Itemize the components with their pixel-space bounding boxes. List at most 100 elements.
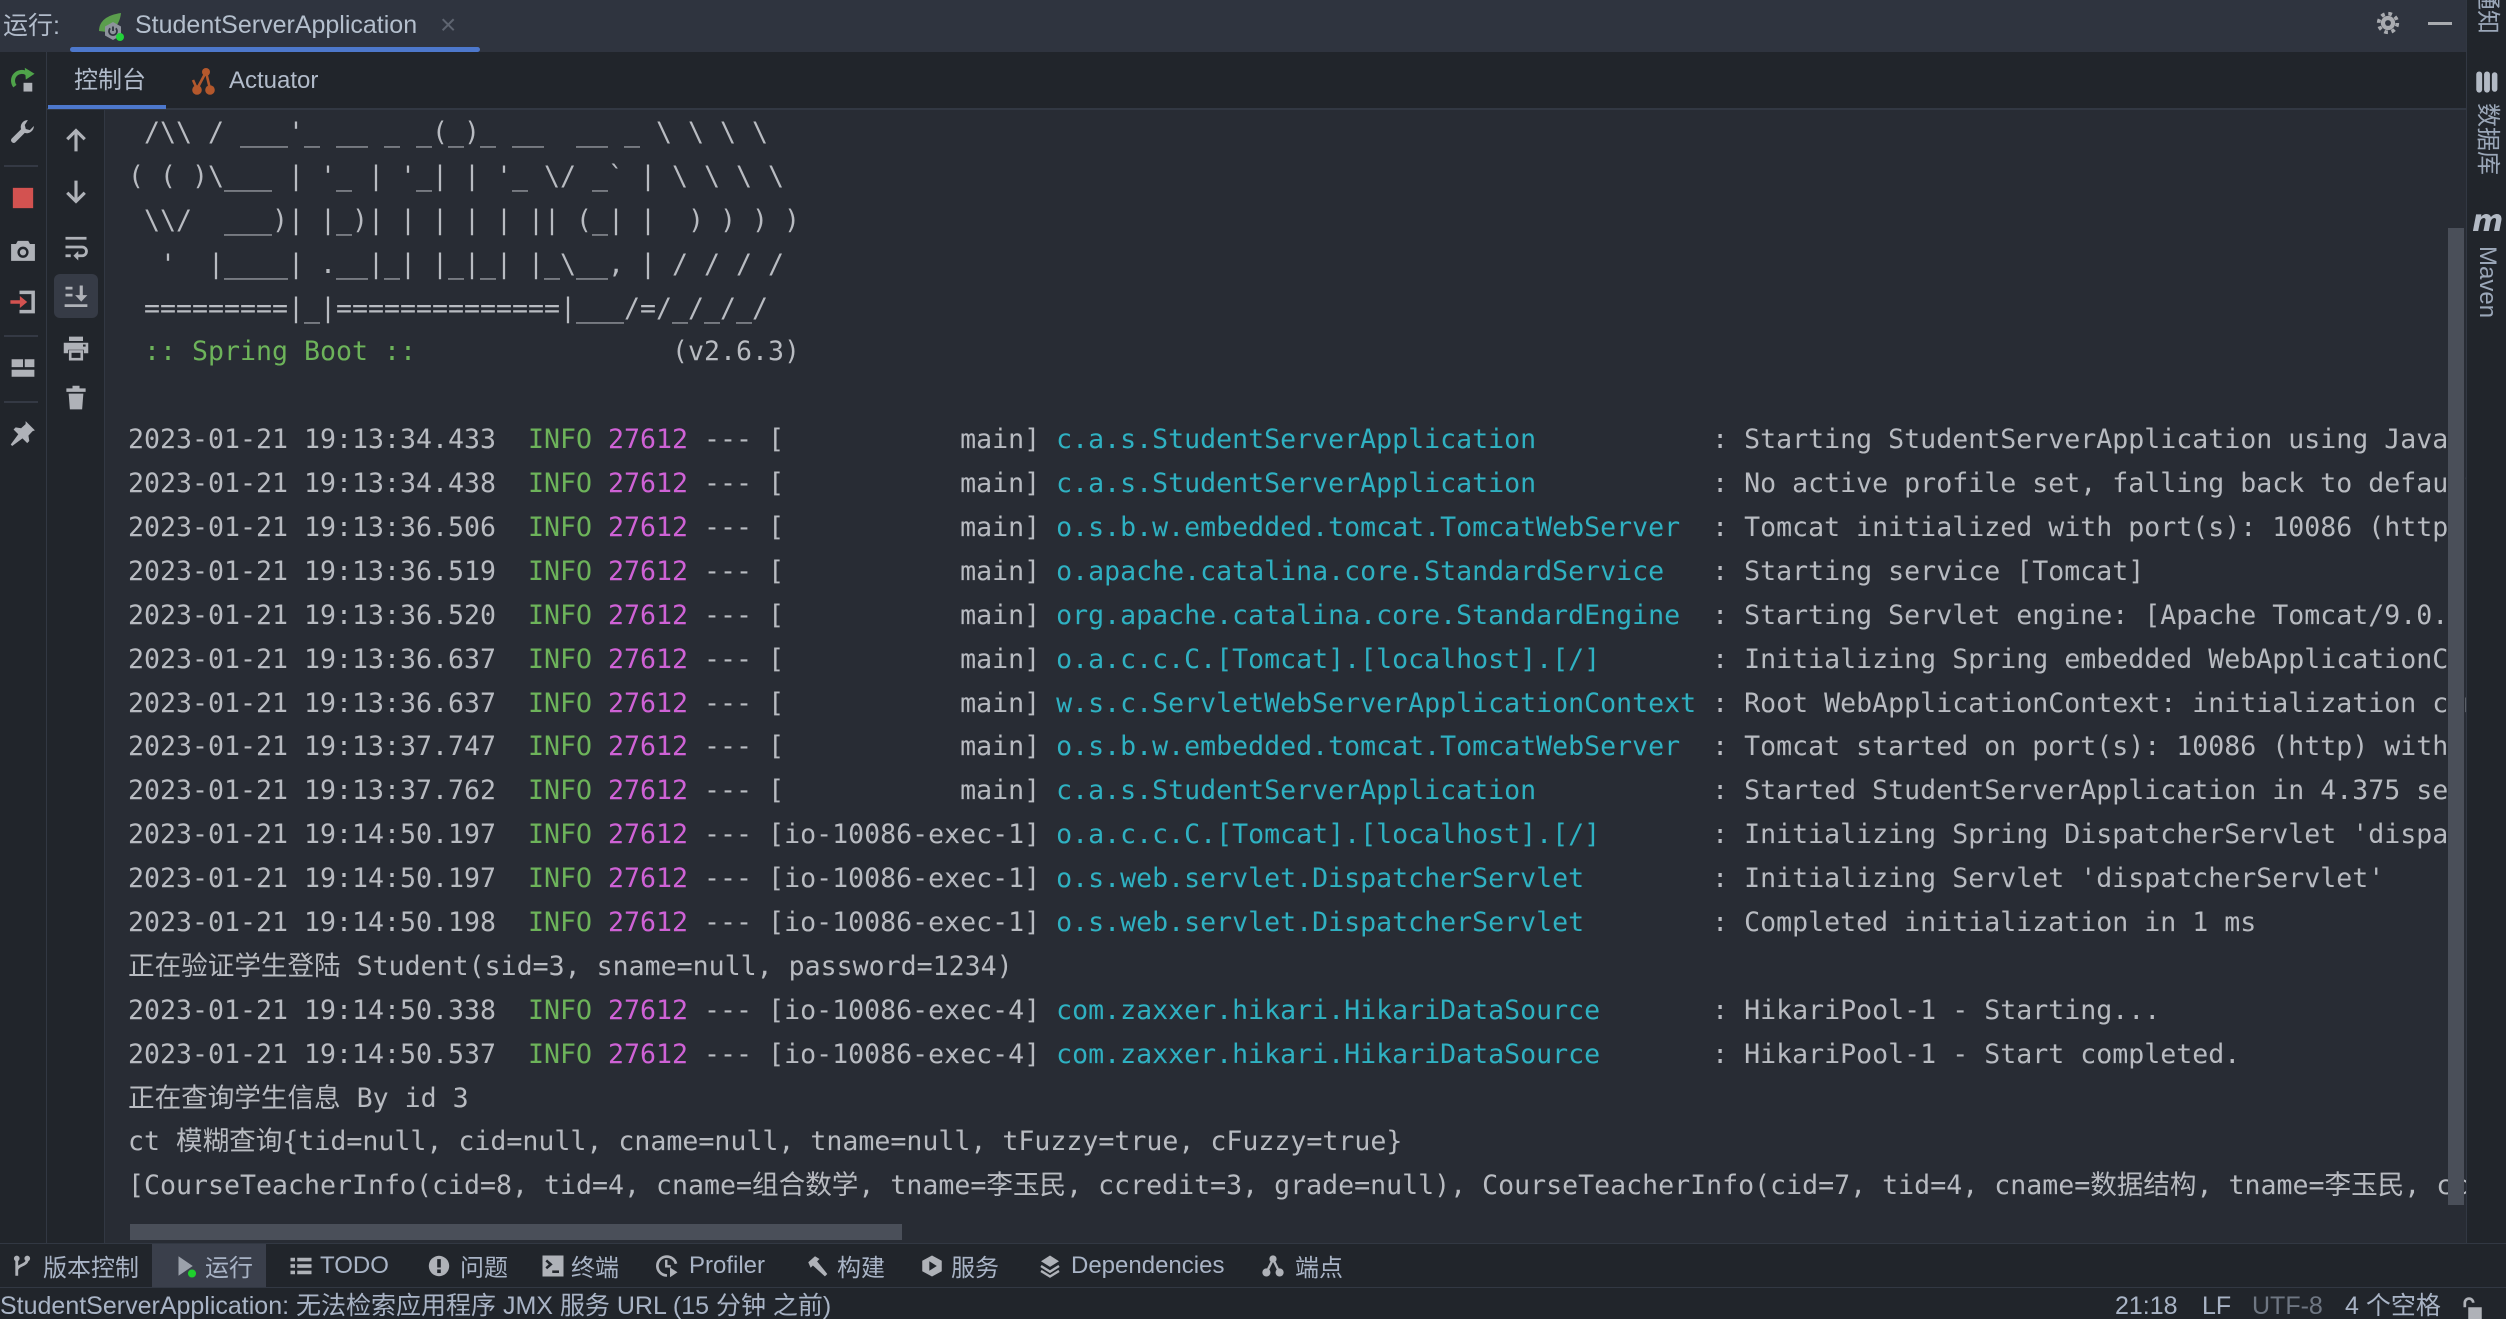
up-arrow-icon[interactable] bbox=[62, 126, 90, 154]
database-icon[interactable] bbox=[2474, 69, 2500, 95]
tool-terminal[interactable]: 终端 bbox=[541, 1244, 619, 1287]
thread-bracket-close: ] bbox=[1024, 775, 1041, 807]
thread-bracket-close: ] bbox=[1024, 731, 1041, 763]
tab-console[interactable]: 控制台 bbox=[48, 52, 166, 109]
log-colon: : bbox=[1712, 599, 1729, 631]
indent-setting[interactable]: 4 个空格 bbox=[2345, 1290, 2441, 1319]
horizontal-scrollbar-thumb[interactable] bbox=[130, 1224, 902, 1240]
tool-services[interactable]: 服务 bbox=[920, 1244, 999, 1287]
line-separator[interactable]: LF bbox=[2202, 1290, 2231, 1319]
thread-bracket-open: [ bbox=[768, 424, 785, 456]
tab-actuator[interactable]: Actuator bbox=[187, 52, 337, 108]
tab-console-label: 控制台 bbox=[74, 67, 146, 94]
log-separator: --- bbox=[704, 731, 753, 763]
log-level: INFO bbox=[528, 424, 593, 456]
log-pid: 27612 bbox=[608, 775, 689, 807]
thread-bracket-open: [ bbox=[768, 555, 785, 587]
stdout-line: 正在查询学生信息 By id 3 bbox=[128, 1082, 469, 1114]
log-timestamp: 2023-01-21 19:14:50.197 bbox=[128, 863, 497, 895]
log-timestamp: 2023-01-21 19:13:37.762 bbox=[128, 775, 497, 807]
layout-icon[interactable] bbox=[9, 354, 37, 382]
log-line: 2023-01-21 19:14:50.197 INFO 27612 --- [io-1… bbox=[128, 857, 2466, 901]
log-message: Started StudentServerApplication in 4.37… bbox=[1744, 775, 2465, 807]
log-logger: c.a.s.StudentServerApplication bbox=[1056, 775, 1537, 807]
log-colon: : bbox=[1712, 994, 1729, 1026]
status-message[interactable]: StudentServerApplication: 无法检索应用程序 JMX 服… bbox=[0, 1290, 831, 1319]
tool-label: Profiler bbox=[689, 1251, 766, 1279]
log-thread: main bbox=[960, 687, 1025, 719]
file-encoding[interactable]: UTF-8 bbox=[2252, 1290, 2323, 1319]
soft-wrap-icon[interactable] bbox=[62, 233, 90, 261]
sidebar-item-notifications[interactable]: 通知 bbox=[2472, 0, 2502, 34]
log-message: Starting service [Tomcat] bbox=[1744, 555, 2145, 587]
log-logger: o.s.b.w.embedded.tomcat.TomcatWebServer bbox=[1056, 512, 1681, 544]
thread-bracket-close: ] bbox=[1024, 819, 1041, 851]
sidebar-item-maven[interactable]: Maven bbox=[2472, 246, 2502, 318]
endpoints-icon bbox=[1261, 1254, 1285, 1278]
tool-version-control[interactable]: 版本控制 bbox=[10, 1244, 139, 1287]
log-pid: 27612 bbox=[608, 907, 689, 939]
run-tab[interactable]: StudentServerApplication × bbox=[70, 0, 480, 52]
unlocked-icon[interactable] bbox=[2460, 1296, 2484, 1319]
log-timestamp: 2023-01-21 19:14:50.537 bbox=[128, 1038, 497, 1070]
log-line: 2023-01-21 19:13:36.520 INFO 27612 --- [main… bbox=[128, 594, 2466, 638]
run-icon bbox=[174, 1254, 198, 1278]
tool-todo[interactable]: TODO bbox=[289, 1244, 389, 1287]
log-pid: 27612 bbox=[608, 819, 689, 851]
sidebar-item-database[interactable]: 数据库 bbox=[2472, 103, 2502, 175]
log-line: 2023-01-21 19:14:50.338 INFO 27612 --- [io-1… bbox=[128, 989, 2466, 1033]
thread-bracket-close: ] bbox=[1024, 424, 1041, 456]
log-thread: main bbox=[960, 775, 1025, 807]
caret-position[interactable]: 21:18 bbox=[2115, 1290, 2178, 1319]
log-line: 2023-01-21 19:13:36.637 INFO 27612 --- [main… bbox=[128, 682, 2466, 726]
down-arrow-icon[interactable] bbox=[62, 178, 90, 206]
maven-icon[interactable]: m bbox=[2472, 205, 2503, 239]
pin-icon[interactable] bbox=[9, 419, 37, 447]
stop-icon[interactable] bbox=[9, 184, 37, 212]
log-level: INFO bbox=[528, 599, 593, 631]
wrench-icon[interactable] bbox=[9, 118, 37, 146]
log-colon: : bbox=[1712, 1038, 1729, 1070]
log-colon: : bbox=[1712, 731, 1729, 763]
tool-label: TODO bbox=[320, 1251, 389, 1279]
camera-icon[interactable] bbox=[9, 236, 37, 264]
gear-icon[interactable] bbox=[2375, 10, 2401, 36]
dependencies-icon bbox=[1038, 1254, 1062, 1278]
rerun-icon[interactable] bbox=[9, 66, 37, 94]
log-separator: --- bbox=[704, 468, 753, 500]
log-colon: : bbox=[1712, 512, 1729, 544]
log-thread: main bbox=[960, 555, 1025, 587]
thread-bracket-open: [ bbox=[768, 599, 785, 631]
console-output[interactable]: /\\ / ___'_ __ _ _(_)_ __ __ _ \ \ \ \ (… bbox=[105, 110, 2466, 1243]
scroll-to-end-icon[interactable] bbox=[62, 282, 90, 310]
log-level: INFO bbox=[528, 994, 593, 1026]
minimize-icon[interactable] bbox=[2428, 22, 2452, 25]
exit-icon[interactable] bbox=[9, 288, 37, 316]
print-icon[interactable] bbox=[62, 334, 90, 362]
trash-icon[interactable] bbox=[62, 384, 90, 412]
tool-run[interactable]: 运行 bbox=[174, 1244, 253, 1287]
tool-build[interactable]: 构建 bbox=[806, 1244, 885, 1287]
log-separator: --- bbox=[704, 907, 753, 939]
tool-dependencies[interactable]: Dependencies bbox=[1038, 1244, 1224, 1287]
tool-label: 服务 bbox=[951, 1255, 999, 1282]
toolbar-separator bbox=[4, 165, 38, 167]
problems-icon bbox=[427, 1254, 451, 1278]
thread-bracket-close: ] bbox=[1024, 599, 1041, 631]
banner-line: /\\ / ___'_ __ _ _(_)_ __ __ _ \ \ \ \ bbox=[128, 117, 769, 148]
vertical-scrollbar-thumb[interactable] bbox=[2448, 228, 2464, 1205]
log-pid: 27612 bbox=[608, 731, 689, 763]
close-tab-icon[interactable]: × bbox=[440, 0, 456, 50]
log-thread: main bbox=[960, 599, 1025, 631]
log-line: 2023-01-21 19:13:36.637 INFO 27612 --- [main… bbox=[128, 638, 2466, 682]
spring-boot-version: (v2.6.3) bbox=[672, 336, 801, 368]
log-line: 2023-01-21 19:14:50.197 INFO 27612 --- [io-1… bbox=[128, 813, 2466, 857]
profiler-icon bbox=[655, 1254, 679, 1278]
tool-problems[interactable]: 问题 bbox=[427, 1244, 508, 1287]
tool-endpoints[interactable]: 端点 bbox=[1261, 1244, 1343, 1287]
tool-profiler[interactable]: Profiler bbox=[655, 1244, 765, 1287]
thread-bracket-close: ] bbox=[1024, 687, 1041, 719]
tool-label: 端点 bbox=[1295, 1255, 1343, 1282]
vcs-branch-icon bbox=[10, 1254, 34, 1278]
